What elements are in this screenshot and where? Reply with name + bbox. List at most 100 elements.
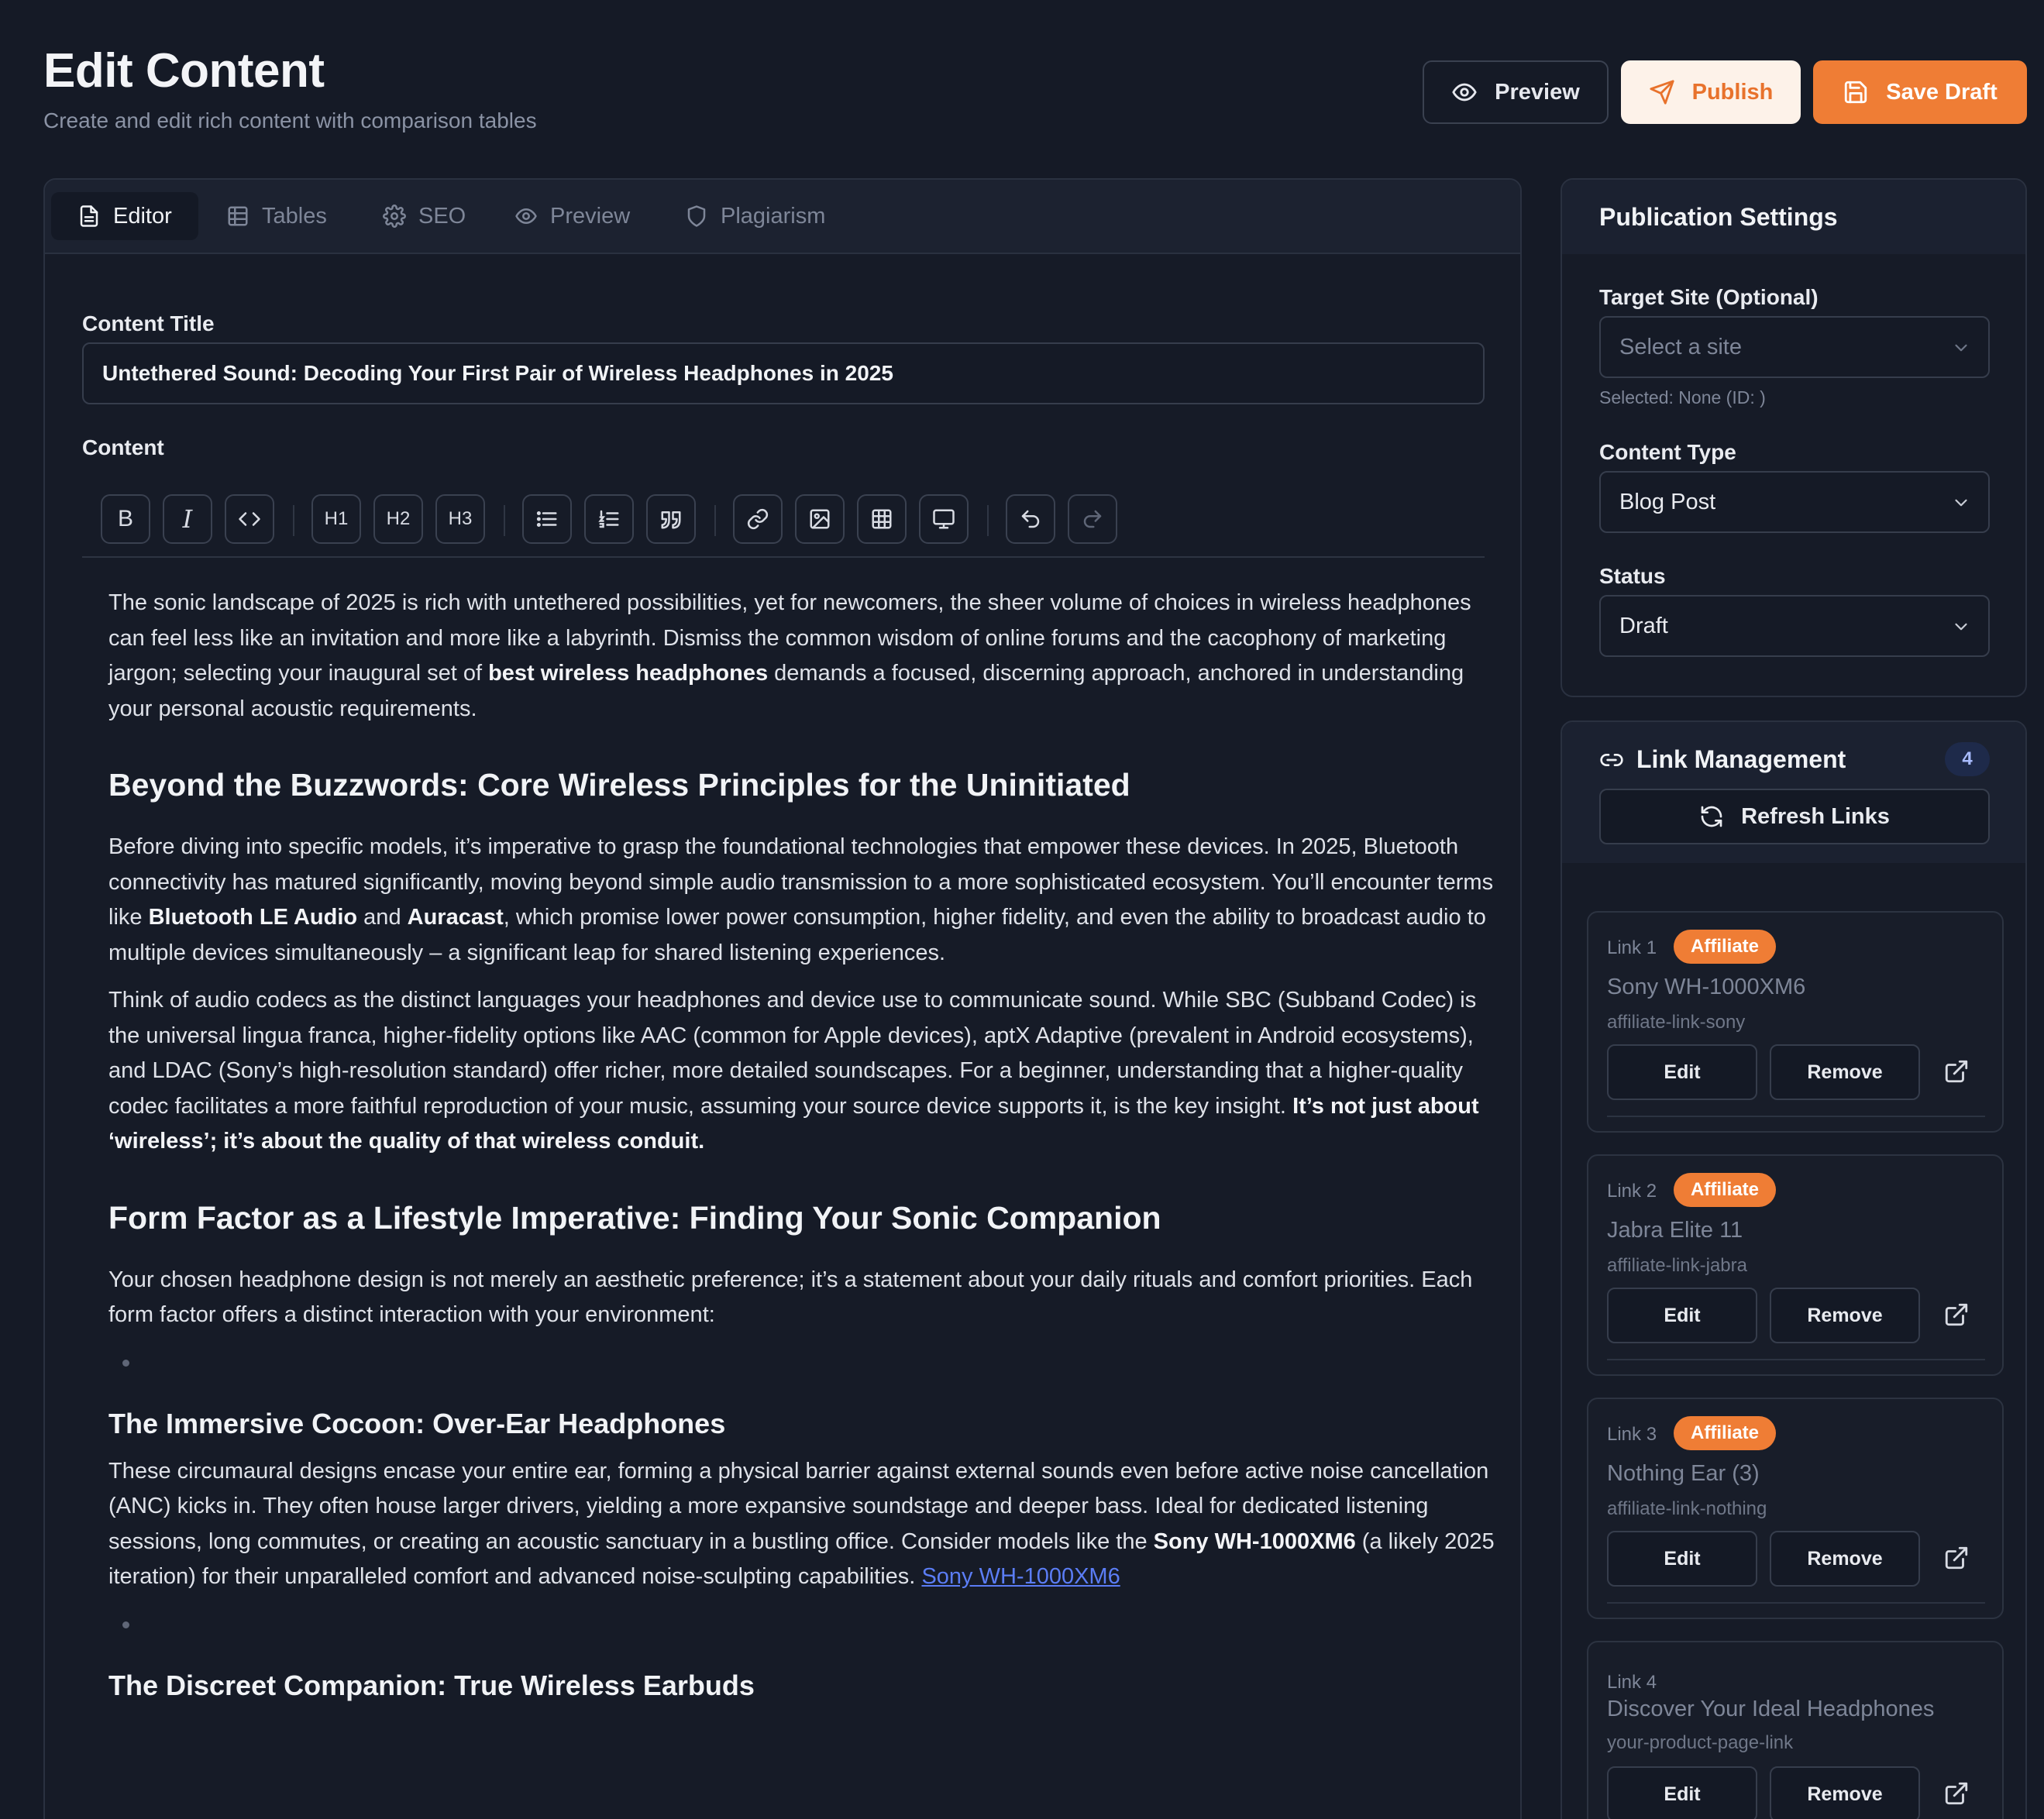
- divider: [1607, 1359, 1985, 1360]
- link-management-title: Link Management: [1599, 745, 1846, 774]
- undo-icon: [1021, 510, 1040, 528]
- target-site-label: Target Site (Optional): [1599, 285, 1819, 309]
- bold-text: best wireless headphones: [488, 661, 769, 686]
- link-number: Link 1: [1607, 937, 1657, 958]
- external-link-icon[interactable]: [1943, 1545, 1970, 1571]
- save-draft-button[interactable]: Save Draft: [1813, 60, 2027, 124]
- paragraph: Your chosen headphone design is not mere…: [108, 1267, 1473, 1328]
- tab-preview-label: Preview: [550, 203, 631, 229]
- divider: [1607, 1116, 1985, 1117]
- link-slug: affiliate-link-nothing: [1607, 1498, 1767, 1519]
- tab-tables[interactable]: Tables: [200, 192, 353, 240]
- undo-button[interactable]: [1006, 494, 1055, 544]
- bullet-list-icon: [536, 511, 557, 527]
- heading3-button[interactable]: H3: [435, 494, 485, 544]
- monitor-icon: [933, 509, 955, 529]
- remove-link-button[interactable]: Remove: [1770, 1044, 1920, 1100]
- edit-link-button[interactable]: Edit: [1607, 1531, 1757, 1587]
- heading1-button[interactable]: H1: [311, 494, 361, 544]
- bold-text: Auracast: [407, 905, 504, 930]
- italic-button[interactable]: I: [163, 494, 212, 544]
- refresh-icon: [1701, 806, 1722, 827]
- save-icon: [1845, 81, 1867, 104]
- external-link-icon[interactable]: [1943, 1058, 1970, 1085]
- image-button[interactable]: [795, 494, 845, 544]
- quote-button[interactable]: [646, 494, 696, 544]
- italic-glyph: I: [182, 504, 193, 534]
- link-name: Jabra Elite 11: [1607, 1218, 1743, 1243]
- target-site-select[interactable]: Select a site: [1599, 316, 1990, 378]
- h3-glyph: H3: [448, 508, 473, 529]
- preview-button[interactable]: Preview: [1423, 60, 1609, 124]
- status-label: Status: [1599, 564, 1666, 588]
- tab-preview[interactable]: Preview: [488, 192, 656, 240]
- redo-icon: [1083, 510, 1102, 528]
- link-icon: [747, 508, 769, 530]
- insert-table-button[interactable]: [857, 494, 907, 544]
- link-slug: your-product-page-link: [1607, 1732, 1794, 1753]
- link-slug: affiliate-link-jabra: [1607, 1255, 1747, 1276]
- content-editor[interactable]: The sonic landscape of 2025 is rich with…: [108, 586, 1503, 1716]
- status-select[interactable]: Draft: [1599, 595, 1990, 657]
- remove-link-button[interactable]: Remove: [1770, 1531, 1920, 1587]
- empty-list-item: [108, 1608, 1503, 1642]
- send-icon: [1650, 80, 1674, 105]
- subsection-heading: The Immersive Cocoon: Over-Ear Headphone…: [108, 1407, 726, 1439]
- link-management-title-text: Link Management: [1636, 745, 1846, 773]
- text: Think of audio codecs as the distinct la…: [108, 988, 1477, 1119]
- tab-seo[interactable]: SEO: [356, 192, 492, 240]
- shield-icon: [687, 205, 706, 227]
- paragraph: These circumaural designs encase your en…: [108, 1454, 1503, 1595]
- link-item: Link 2 Affiliate Jabra Elite 11 affiliat…: [1587, 1154, 2004, 1376]
- section-heading: Beyond the Buzzwords: Core Wireless Prin…: [108, 767, 1130, 803]
- external-link-icon[interactable]: [1943, 1780, 1970, 1807]
- tab-plagiarism[interactable]: Plagiarism: [659, 192, 852, 240]
- section-heading: Form Factor as a Lifestyle Imperative: F…: [108, 1199, 1161, 1236]
- link-name: Discover Your Ideal Headphones: [1607, 1697, 1935, 1721]
- table-icon: [228, 206, 248, 226]
- embed-button[interactable]: [919, 494, 969, 544]
- edit-link-button[interactable]: Edit: [1607, 1044, 1757, 1100]
- bullet-list-button[interactable]: [522, 494, 572, 544]
- tab-editor[interactable]: Editor: [51, 192, 198, 240]
- ordered-list-button[interactable]: [584, 494, 634, 544]
- publication-settings-title: Publication Settings: [1599, 203, 1838, 231]
- publish-button[interactable]: Publish: [1621, 60, 1801, 124]
- chevron-down-icon: [1955, 623, 1967, 631]
- tab-tables-label: Tables: [262, 203, 327, 229]
- subsection-heading: The Discreet Companion: True Wireless Ea…: [108, 1669, 755, 1701]
- heading2-button[interactable]: H2: [373, 494, 423, 544]
- affiliate-badge: Affiliate: [1674, 1416, 1777, 1450]
- toolbar-divider: [293, 505, 294, 536]
- code-icon: [239, 512, 260, 526]
- bold-glyph: B: [117, 506, 133, 531]
- content-title-input[interactable]: [82, 342, 1485, 404]
- code-button[interactable]: [225, 494, 274, 544]
- table-icon: [872, 509, 892, 529]
- empty-list-item: [108, 1346, 1503, 1380]
- editor-card: Editor Tables SEO Preview Plagiarism Con…: [43, 178, 1522, 1819]
- toolbar-divider: [714, 505, 716, 536]
- edit-link-button[interactable]: Edit: [1607, 1766, 1757, 1819]
- chevron-down-icon: [1955, 344, 1967, 352]
- bold-button[interactable]: B: [101, 494, 150, 544]
- target-site-placeholder: Select a site: [1619, 334, 1742, 359]
- content-type-select[interactable]: Blog Post: [1599, 471, 1990, 533]
- link-button[interactable]: [733, 494, 783, 544]
- publication-settings-card: Publication Settings Target Site (Option…: [1561, 178, 2027, 697]
- target-site-hint: Selected: None (ID: ): [1599, 387, 1766, 407]
- refresh-links-button[interactable]: Refresh Links: [1599, 789, 1990, 844]
- link-icon: [1600, 753, 1623, 766]
- link-item: Link 3 Affiliate Nothing Ear (3) affilia…: [1587, 1398, 2004, 1619]
- page-title: Edit Content: [43, 44, 325, 98]
- publish-button-label: Publish: [1691, 79, 1774, 105]
- edit-link-button[interactable]: Edit: [1607, 1288, 1757, 1343]
- external-link-icon[interactable]: [1943, 1301, 1970, 1328]
- text: and: [357, 905, 408, 930]
- paragraph: Think of audio codecs as the distinct la…: [108, 983, 1503, 1160]
- redo-button[interactable]: [1068, 494, 1117, 544]
- affiliate-badge: Affiliate: [1674, 1173, 1777, 1207]
- inline-link[interactable]: Sony WH-1000XM6: [921, 1564, 1120, 1589]
- remove-link-button[interactable]: Remove: [1770, 1766, 1920, 1819]
- remove-link-button[interactable]: Remove: [1770, 1288, 1920, 1343]
